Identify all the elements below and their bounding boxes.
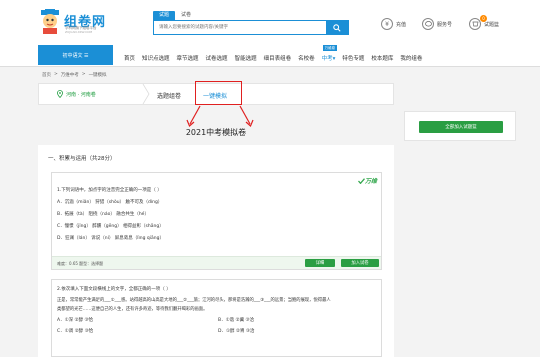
basket-shape-icon bbox=[472, 21, 478, 27]
chevron-divider-icon bbox=[142, 84, 150, 104]
wechat-icon bbox=[422, 18, 434, 30]
nav-zhongkao[interactable]: 万维卷中考▾ bbox=[321, 45, 338, 62]
service-account-link[interactable]: 服务号 bbox=[422, 18, 452, 30]
nav-paper-select[interactable]: 试卷选题 bbox=[206, 54, 228, 62]
search-tab-papers[interactable]: 试卷 bbox=[175, 11, 197, 20]
search-icon bbox=[333, 23, 341, 32]
nav-home[interactable]: 首页 bbox=[124, 54, 135, 62]
search-tab-questions[interactable]: 试题 bbox=[153, 11, 176, 20]
nav-my-papers[interactable]: 我的组卷 bbox=[400, 54, 422, 62]
add-to-paper-button[interactable]: 加入试卷 bbox=[341, 259, 379, 267]
search-box bbox=[153, 20, 349, 35]
option-b: B．①谐 ②冀 ③洽 bbox=[218, 318, 255, 323]
yen-icon: ¥ bbox=[381, 18, 393, 30]
nav-smart-select[interactable]: 智能选题 bbox=[235, 54, 257, 62]
logo-mascot-icon bbox=[41, 9, 59, 34]
breadcrumb-sep: > bbox=[54, 72, 58, 77]
search-input[interactable] bbox=[154, 21, 326, 34]
detail-button[interactable]: 详细 bbox=[305, 259, 335, 267]
recharge-label: 充值 bbox=[396, 21, 407, 28]
option-c: C．憧憬（jǐng） 醉醺（gēng） 相得益彰（shāng） bbox=[57, 224, 164, 229]
wanwei-logo: 万维 bbox=[357, 176, 377, 185]
nav-knowledge-select[interactable]: 知识点选题 bbox=[142, 54, 170, 62]
nav-detail-table[interactable]: 细目表组卷 bbox=[264, 54, 292, 62]
paper-title: 2021中考模拟卷 bbox=[185, 128, 247, 137]
nav-special-topics[interactable]: 特色专题 bbox=[342, 54, 364, 62]
question-card[interactable]: 万维 1.下列词语中，加点字的注音完全正确的一项是（ ） A．沉湎（miǎn） … bbox=[51, 172, 382, 270]
search-tabs: 试题 试卷 bbox=[153, 11, 197, 20]
location-pin-icon bbox=[57, 90, 63, 98]
option-a: A．沉湎（miǎn） 狩猎（shòu） 触不可及（dìng） bbox=[57, 200, 163, 205]
question-meta: 难度：0.65 题型：选择题 bbox=[57, 261, 104, 266]
option-d: D．狂澜（lán） 诉说（ní） 屏息敛息（lìng qiāng） bbox=[57, 236, 164, 241]
checkmark-icon bbox=[357, 177, 365, 184]
recharge-link[interactable]: ¥ 充值 bbox=[381, 18, 406, 30]
cart-label: 试题篮 bbox=[484, 21, 500, 28]
search-button[interactable] bbox=[326, 21, 348, 34]
wanwei-badge: 万维卷 bbox=[322, 45, 338, 51]
section-title: 一、积累与运用（共28分） bbox=[48, 156, 116, 162]
logo[interactable]: 组卷网 学科网旗下组卷平台 ZUJUAN.XKW.COM bbox=[38, 9, 128, 37]
cart-link[interactable]: 0 试题篮 bbox=[469, 15, 500, 30]
cart-count-badge: 0 bbox=[480, 15, 487, 22]
option-c: C．①调 ②醇 ③恰 bbox=[57, 329, 94, 334]
question-passage-line: 正是，常常能产生满足的___①___感。站得越高的山高是大地的___②___旅；… bbox=[57, 298, 331, 303]
nav-chapter-select[interactable]: 章节选题 bbox=[177, 54, 199, 62]
grade-subject-button[interactable]: 初中语文 ☰ bbox=[38, 45, 113, 65]
site-header: 组卷网 学科网旗下组卷平台 ZUJUAN.XKW.COM 试题 试卷 ¥ 充值 … bbox=[0, 0, 540, 42]
logo-tagline: ZUJUAN.XKW.COM bbox=[65, 30, 93, 34]
breadcrumb: 首页 > 万维中考 > 一键模拟 bbox=[42, 72, 110, 78]
basket-icon: 0 bbox=[469, 15, 487, 30]
add-all-to-basket-button[interactable]: 全部加入试题篮 bbox=[419, 121, 503, 133]
breadcrumb-current: 一键模拟 bbox=[88, 73, 107, 78]
breadcrumb-sep: > bbox=[81, 72, 86, 77]
highlight-box bbox=[195, 81, 242, 105]
option-d: D．①醇 ②胄 ③洽 bbox=[218, 329, 255, 334]
nav-school-bank[interactable]: 校本题库 bbox=[371, 54, 393, 62]
main-nav: 初中语文 ☰ 首页 知识点选题 章节选题 试卷选题 智能选题 细目表组卷 名校卷… bbox=[0, 42, 540, 67]
nav-famous-school[interactable]: 名校卷 bbox=[298, 54, 315, 62]
option-a: A．①深 ②醇 ③恰 bbox=[57, 318, 94, 323]
region-selector[interactable]: 河南 · 河南卷 bbox=[57, 90, 96, 98]
question-stem: 1.下列词语中，加点字的注音完全正确的一项是（ ） bbox=[57, 188, 162, 193]
region-label: 河南 · 河南卷 bbox=[66, 91, 96, 98]
right-sidebar: 全部加入试题篮 bbox=[404, 111, 516, 141]
tab-select-compose[interactable]: 选题组卷 bbox=[157, 91, 181, 100]
question-footer: 难度：0.65 题型：选择题 详细 加入试卷 bbox=[52, 256, 381, 269]
question-passage-line: 类都望的光芒……这便自己的人生，还有许多奇迹，等待我们翻开喝彩的画面。 bbox=[57, 307, 208, 312]
question-stem: 2.依次填入下面文段横线上的文字，全都正确的一项（ ） bbox=[57, 287, 171, 292]
nav-items: 首页 知识点选题 章节选题 试卷选题 智能选题 细目表组卷 名校卷 万维卷中考▾… bbox=[124, 45, 429, 62]
service-account-label: 服务号 bbox=[437, 21, 453, 28]
breadcrumb-home[interactable]: 首页 bbox=[42, 72, 51, 78]
question-panel: 一、积累与运用（共28分） 万维 1.下列词语中，加点字的注音完全正确的一项是（… bbox=[38, 145, 394, 357]
question-card[interactable]: 2.依次填入下面文段横线上的文字，全都正确的一项（ ） 正是，常常能产生满足的_… bbox=[51, 279, 382, 357]
option-b: B．拓展（tà） 阻挠（náo） 融合共生（hé） bbox=[57, 212, 149, 217]
breadcrumb-wanwei[interactable]: 万维中考 bbox=[61, 72, 79, 78]
chevron-down-icon: ▾ bbox=[332, 56, 336, 62]
chat-bubble-icon bbox=[424, 21, 432, 27]
nav-zhongkao-label: 中考 bbox=[321, 56, 333, 62]
red-arrows-icon bbox=[186, 105, 254, 127]
wanwei-logo-text: 万维 bbox=[364, 178, 377, 185]
